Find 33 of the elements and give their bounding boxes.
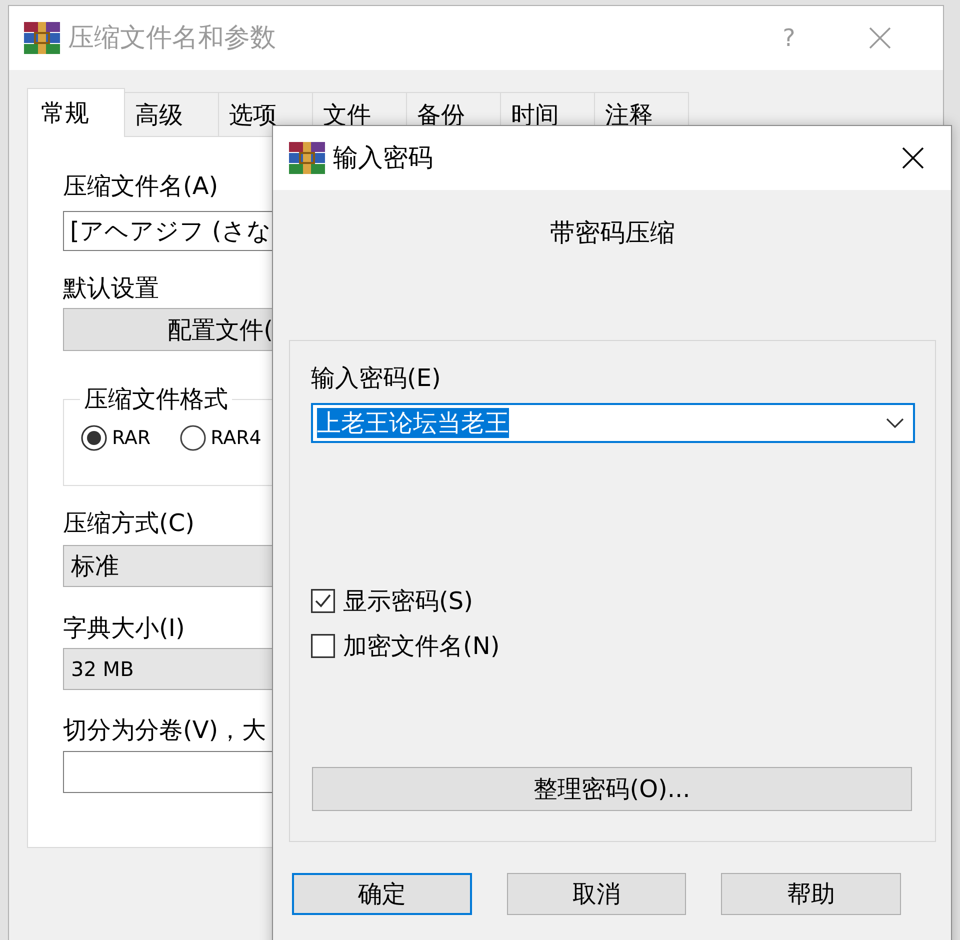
split-volumes-label: 切分为分卷(V)，大 [63,715,266,745]
password-label: 输入密码(E) [311,363,441,393]
compression-method-label: 压缩方式(C) [63,508,194,538]
checkbox-label: 加密文件名(N) [343,631,500,661]
archive-name-label: 压缩文件名(A) [63,171,218,201]
organize-passwords-button[interactable]: 整理密码(O)... [312,767,912,811]
volume-size-field[interactable] [63,751,273,793]
chevron-down-icon[interactable] [886,418,904,428]
checkbox[interactable] [311,634,335,658]
dialog-button[interactable]: 取消 [506,873,686,915]
compression-method-dropdown[interactable]: 标准 [63,545,273,587]
stacked-books-icon [24,22,60,54]
dialog-heading: 带密码压缩 [550,218,675,248]
default-settings-label: 默认设置 [63,273,159,303]
stacked-books-icon [289,142,325,174]
password-combo[interactable]: 上老王论坛当老王 [311,403,915,443]
radio-button[interactable] [180,425,206,451]
dialog-button[interactable]: 确定 [292,873,472,915]
window-title: 压缩文件名和参数 [68,22,276,55]
dictionary-size-label: 字典大小(I) [63,613,185,643]
radio-label: RAR [112,426,151,451]
dialog-title: 输入密码 [333,142,433,174]
archive-name-field[interactable]: [アヘアジフ (さな [63,211,273,251]
dictionary-size-dropdown[interactable]: 32 MB [63,648,273,690]
checkbox-label: 显示密码(S) [343,586,473,616]
profiles-button[interactable]: 配置文件( [63,308,273,351]
checkbox[interactable] [311,589,335,613]
dialog-button[interactable]: 帮助 [721,873,901,915]
radio-button[interactable] [81,425,107,451]
format-group-title: 压缩文件格式 [83,384,229,414]
tab[interactable]: 常规 [27,88,125,137]
close-icon[interactable] [902,147,924,169]
radio-label: RAR4 [210,426,262,451]
